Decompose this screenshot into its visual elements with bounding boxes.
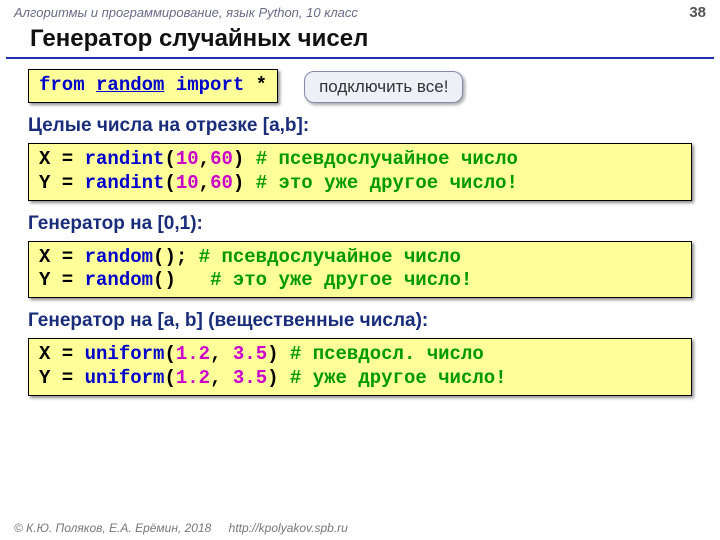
slide-footer: © К.Ю. Поляков, Е.А. Ерёмин, 2018 http:/… xyxy=(14,521,348,535)
comma: , xyxy=(210,343,233,365)
paren-empty: () xyxy=(153,269,176,291)
section-int-heading: Целые числа на отрезке [a,b]: xyxy=(28,115,692,137)
kw-from: from xyxy=(39,74,85,96)
var-y: Y xyxy=(39,172,50,194)
uniform-codebox: X = uniform(1.2, 3.5) # псевдосл. числоY… xyxy=(28,338,692,396)
fn-random: random xyxy=(85,269,153,291)
module-random: random xyxy=(96,74,164,96)
num-a: 1.2 xyxy=(176,343,210,365)
var-y: Y xyxy=(39,367,50,389)
paren-close: ) xyxy=(233,172,244,194)
section-uniform-heading: Генератор на [a, b] (вещественные числа)… xyxy=(28,310,692,332)
paren-close: ) xyxy=(233,148,244,170)
comment: # это уже другое число! xyxy=(210,269,472,291)
paren-empty: () xyxy=(153,246,176,268)
slide-header: Алгоритмы и программирование, язык Pytho… xyxy=(0,0,720,23)
var-x: X xyxy=(39,343,50,365)
int-codebox: X = randint(10,60) # псевдослучайное чис… xyxy=(28,143,692,201)
var-x: X xyxy=(39,246,50,268)
op-eq: = xyxy=(50,246,84,268)
import-row: from random import * подключить все! xyxy=(28,69,692,103)
num-b: 60 xyxy=(210,148,233,170)
course-title: Алгоритмы и программирование, язык Pytho… xyxy=(14,5,358,20)
code-line: Y = random() # это уже другое число! xyxy=(39,269,681,293)
fn-uniform: uniform xyxy=(85,367,165,389)
num-b: 3.5 xyxy=(233,367,267,389)
fn-uniform: uniform xyxy=(85,343,165,365)
num-a: 10 xyxy=(176,172,199,194)
slide-title: Генератор случайных чисел xyxy=(6,23,714,59)
space xyxy=(279,343,290,365)
paren-open: ( xyxy=(164,343,175,365)
space xyxy=(279,367,290,389)
comment: # псевдосл. число xyxy=(290,343,484,365)
op-eq: = xyxy=(50,148,84,170)
semicolon: ; xyxy=(176,246,187,268)
fn-random: random xyxy=(85,246,153,268)
paren-close: ) xyxy=(267,343,278,365)
op-eq: = xyxy=(50,269,84,291)
code-line: X = random(); # псевдослучайное число xyxy=(39,246,681,270)
comma: , xyxy=(199,148,210,170)
paren-open: ( xyxy=(164,367,175,389)
random-codebox: X = random(); # псевдослучайное числоY =… xyxy=(28,241,692,299)
num-a: 10 xyxy=(176,148,199,170)
num-b: 3.5 xyxy=(233,343,267,365)
comment: # уже другое число! xyxy=(290,367,507,389)
comma: , xyxy=(199,172,210,194)
op-eq: = xyxy=(50,367,84,389)
op-eq: = xyxy=(50,343,84,365)
callout-import-all: подключить все! xyxy=(304,71,463,103)
code-line: Y = uniform(1.2, 3.5) # уже другое число… xyxy=(39,367,681,391)
copyright: © К.Ю. Поляков, Е.А. Ерёмин, 2018 xyxy=(14,521,211,535)
code-line: Y = randint(10,60) # это уже другое числ… xyxy=(39,172,681,196)
paren-open: ( xyxy=(164,148,175,170)
star: * xyxy=(256,74,267,96)
code-line: X = randint(10,60) # псевдослучайное чис… xyxy=(39,148,681,172)
paren-close: ) xyxy=(267,367,278,389)
page-number: 38 xyxy=(689,4,706,21)
space xyxy=(244,148,255,170)
import-codebox: from random import * xyxy=(28,69,278,103)
comma: , xyxy=(210,367,233,389)
footer-url: http://kpolyakov.spb.ru xyxy=(229,521,348,535)
space xyxy=(244,172,255,194)
comment: # псевдослучайное число xyxy=(256,148,518,170)
comment: # псевдослучайное число xyxy=(199,246,461,268)
var-x: X xyxy=(39,148,50,170)
num-a: 1.2 xyxy=(176,367,210,389)
op-eq: = xyxy=(50,172,84,194)
slide-content: from random import * подключить все! Цел… xyxy=(0,69,720,396)
fn-randint: randint xyxy=(85,148,165,170)
fn-randint: randint xyxy=(85,172,165,194)
paren-open: ( xyxy=(164,172,175,194)
kw-import: import xyxy=(176,74,244,96)
comment: # это уже другое число! xyxy=(256,172,518,194)
space xyxy=(187,246,198,268)
num-b: 60 xyxy=(210,172,233,194)
space xyxy=(176,269,187,291)
code-line: X = uniform(1.2, 3.5) # псевдосл. число xyxy=(39,343,681,367)
section-random-heading: Генератор на [0,1): xyxy=(28,213,692,235)
var-y: Y xyxy=(39,269,50,291)
space xyxy=(187,269,210,291)
